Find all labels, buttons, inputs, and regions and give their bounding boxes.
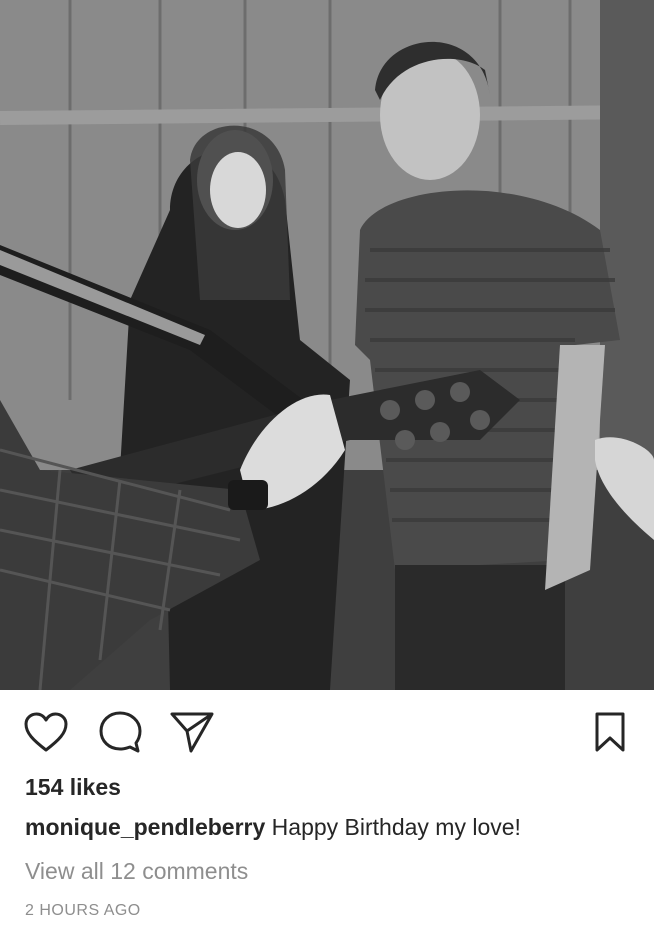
post-caption: monique_pendleberry Happy Birthday my lo… bbox=[25, 814, 521, 841]
view-comments-link[interactable]: View all 12 comments bbox=[25, 858, 248, 885]
likes-count[interactable]: 154 likes bbox=[25, 774, 121, 801]
caption-username[interactable]: monique_pendleberry bbox=[25, 814, 265, 840]
post-actions-bar bbox=[0, 708, 654, 760]
post-timestamp: 2 HOURS AGO bbox=[25, 902, 141, 919]
post-photo[interactable] bbox=[0, 0, 654, 690]
comment-icon bbox=[99, 711, 142, 753]
bookmark-icon bbox=[595, 712, 625, 752]
share-button[interactable] bbox=[168, 708, 216, 756]
caption-text: Happy Birthday my love! bbox=[271, 814, 521, 840]
save-button[interactable] bbox=[586, 708, 634, 756]
photo-illustration bbox=[0, 0, 654, 690]
heart-icon bbox=[24, 712, 68, 752]
paper-plane-icon bbox=[170, 712, 214, 753]
like-button[interactable] bbox=[22, 708, 70, 756]
comment-button[interactable] bbox=[96, 708, 144, 756]
